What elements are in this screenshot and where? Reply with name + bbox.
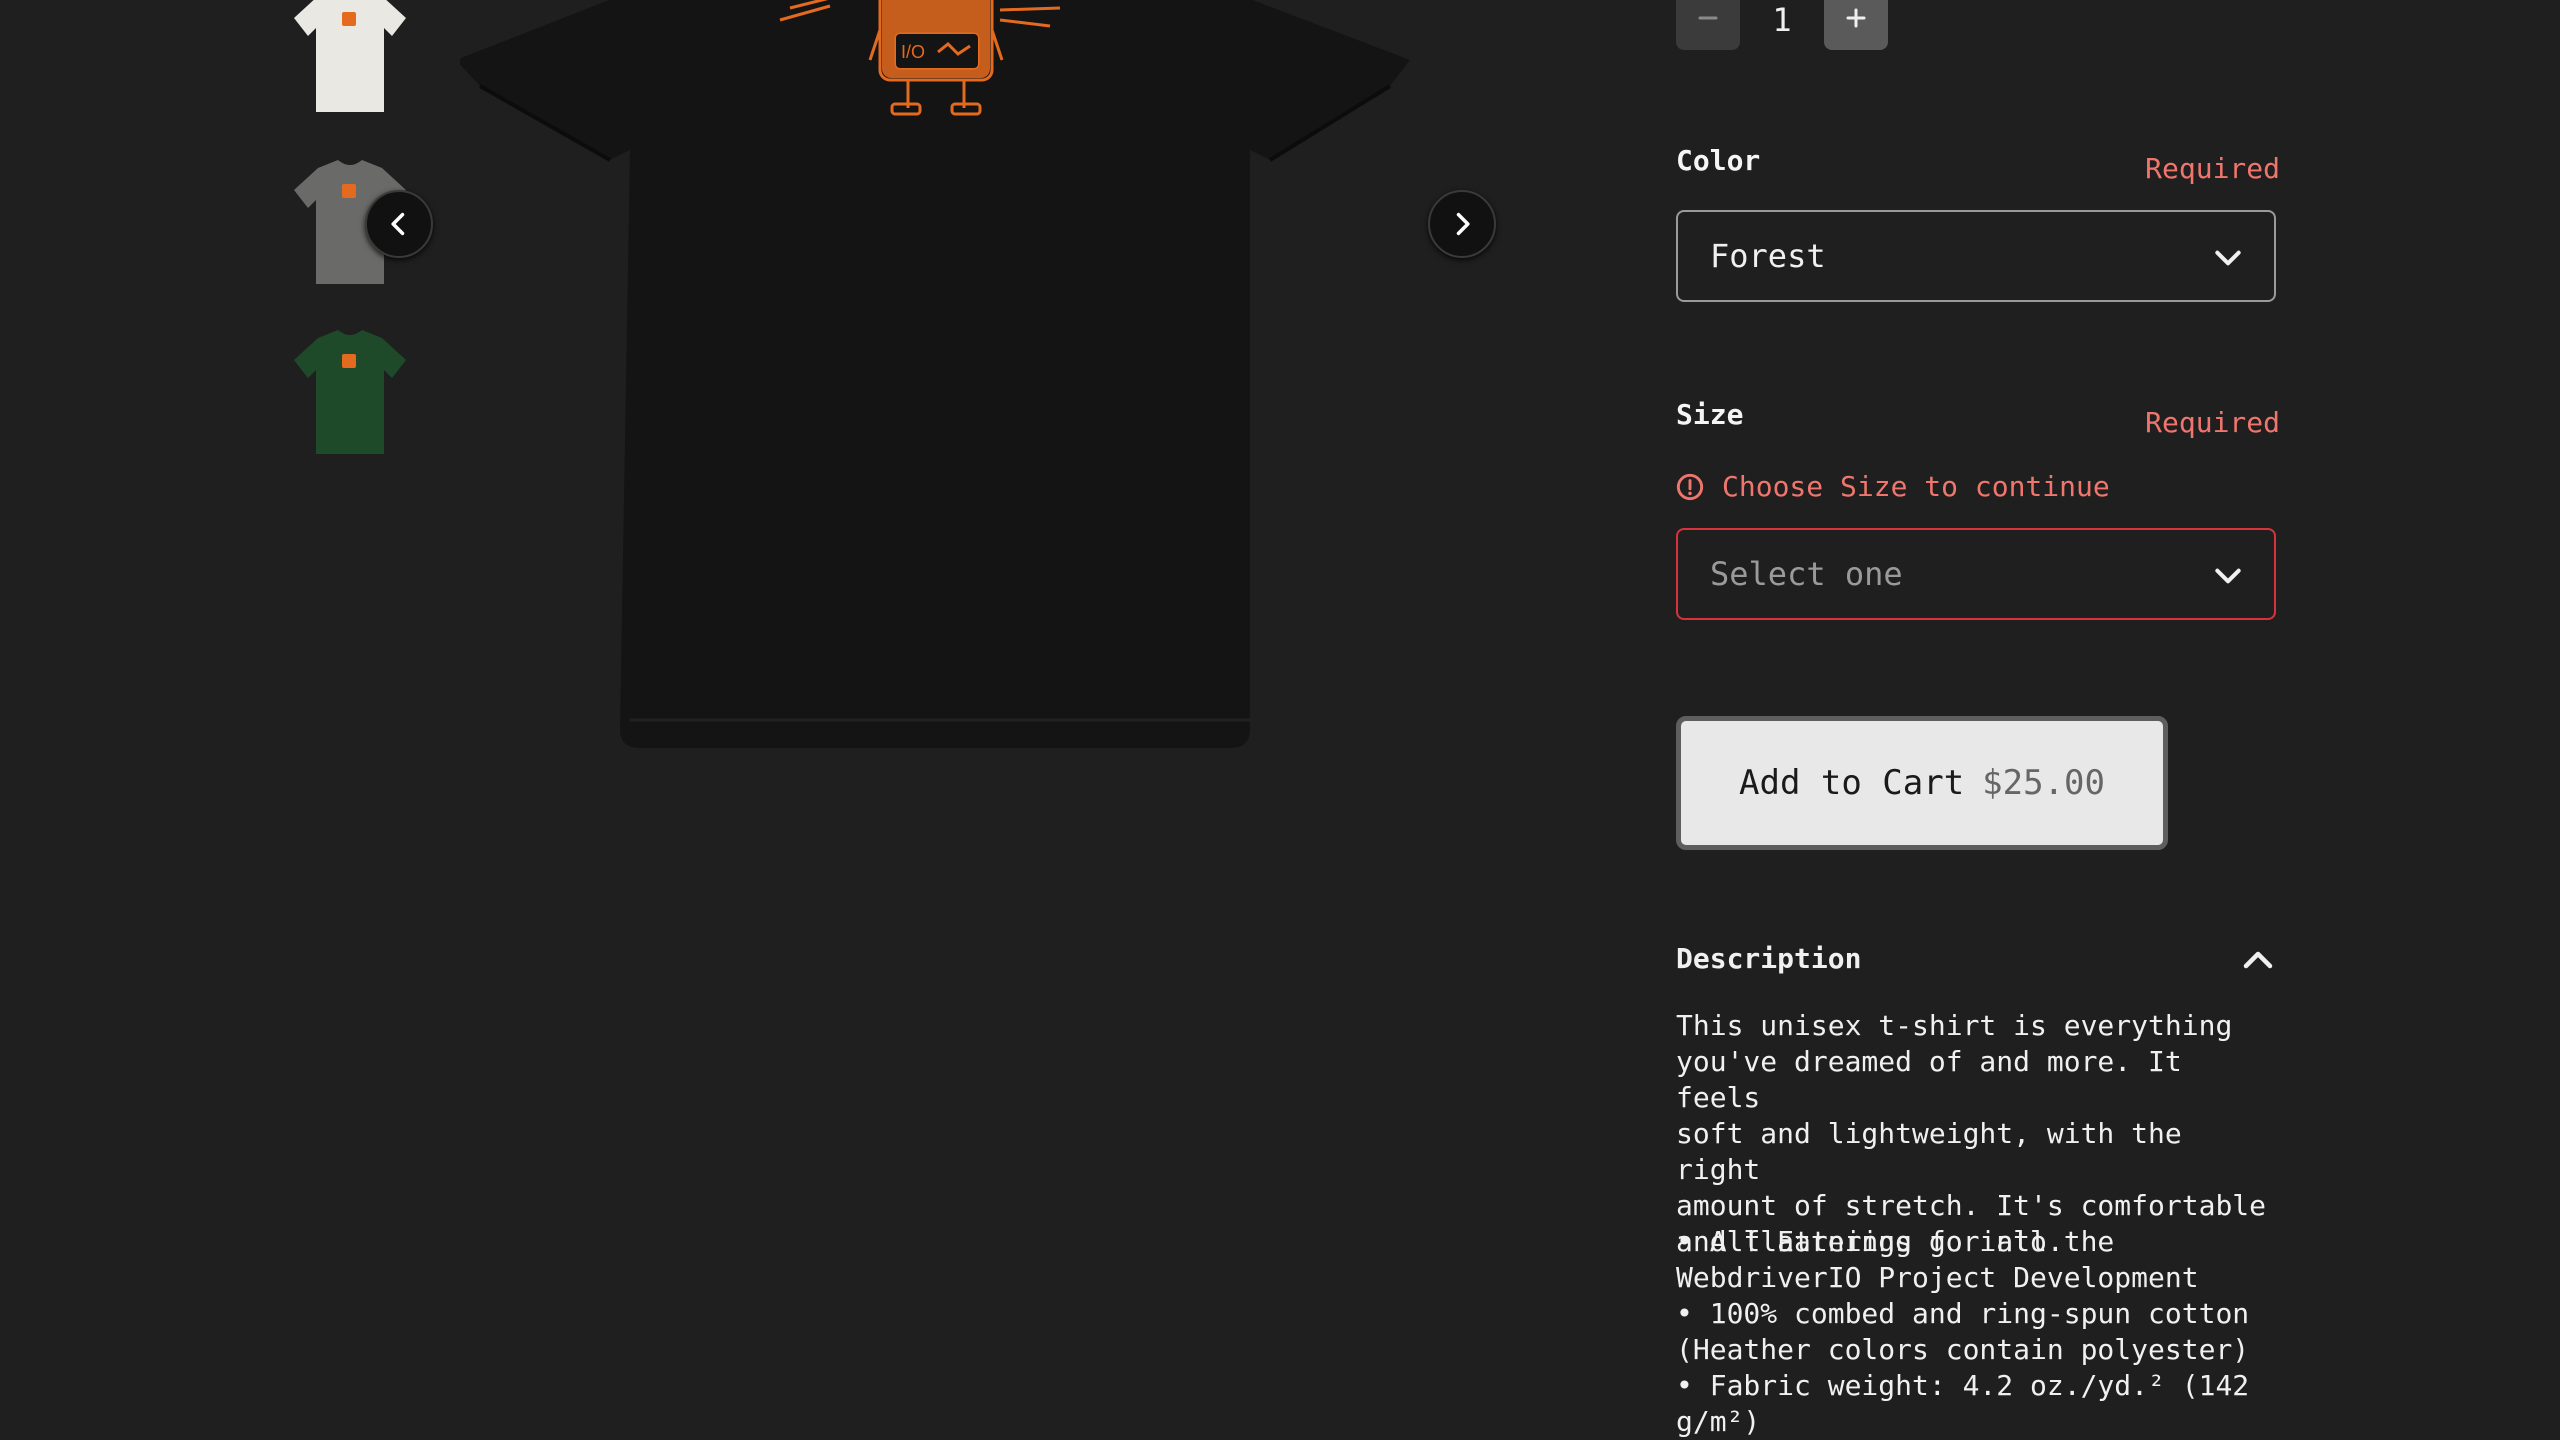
description-text: This unisex t-shirt is everything you've… [1676,1009,2267,1258]
size-select[interactable]: Select one [1676,528,2276,620]
previous-image-button[interactable] [365,190,433,258]
size-error-message: Choose Size to continue [1676,470,2110,503]
chevron-left-icon [391,212,405,236]
thumbnail-forest-shirt[interactable] [288,320,412,460]
decrease-quantity-button[interactable] [1676,0,1740,50]
add-to-cart-label: Add to Cart [1739,763,1965,803]
color-required-text: Required [2145,152,2280,185]
color-label: Color [1676,144,1761,177]
list-item: • Fabric weight: 4.2 oz./yd.² (142 g/m²) [1676,1369,2250,1438]
chevron-up-icon[interactable] [2240,942,2276,978]
alert-circle-icon [1676,473,1704,500]
description-bullets: • All Earnings go into the WebdriverIO P… [1676,1224,2280,1440]
product-main-image: I/O [456,0,1420,760]
list-item: • All Earnings go into the WebdriverIO P… [1676,1225,2199,1294]
description-title[interactable]: Description [1676,942,1861,975]
tshirt-black-image: I/O [456,0,1410,748]
add-to-cart-button[interactable]: Add to Cart $25.00 [1676,716,2168,850]
list-item: • 100% combed and ring-spun cotton (Heat… [1676,1297,2250,1366]
chevron-right-icon [1456,212,1470,236]
thumbnail-white-shirt[interactable] [288,0,412,118]
color-select-value: Forest [1710,237,1826,275]
next-image-button[interactable] [1428,190,1496,258]
color-select[interactable]: Forest [1676,210,2276,302]
add-to-cart-price: $25.00 [1982,763,2105,803]
chevron-down-icon [2215,250,2241,266]
tshirt-forest-image [294,330,406,454]
size-error-text: Choose Size to continue [1722,470,2110,503]
increase-quantity-button[interactable] [1824,0,1888,50]
size-select-placeholder: Select one [1710,555,1903,593]
size-required-text: Required [2145,406,2280,439]
quantity-value[interactable]: 1 [1752,0,1812,40]
plus-icon [1846,8,1866,28]
svg-text:I/O: I/O [901,42,925,62]
size-label: Size [1676,398,1744,431]
tshirt-white-image [294,0,406,112]
chevron-down-icon [2215,568,2241,584]
minus-icon [1698,16,1718,20]
